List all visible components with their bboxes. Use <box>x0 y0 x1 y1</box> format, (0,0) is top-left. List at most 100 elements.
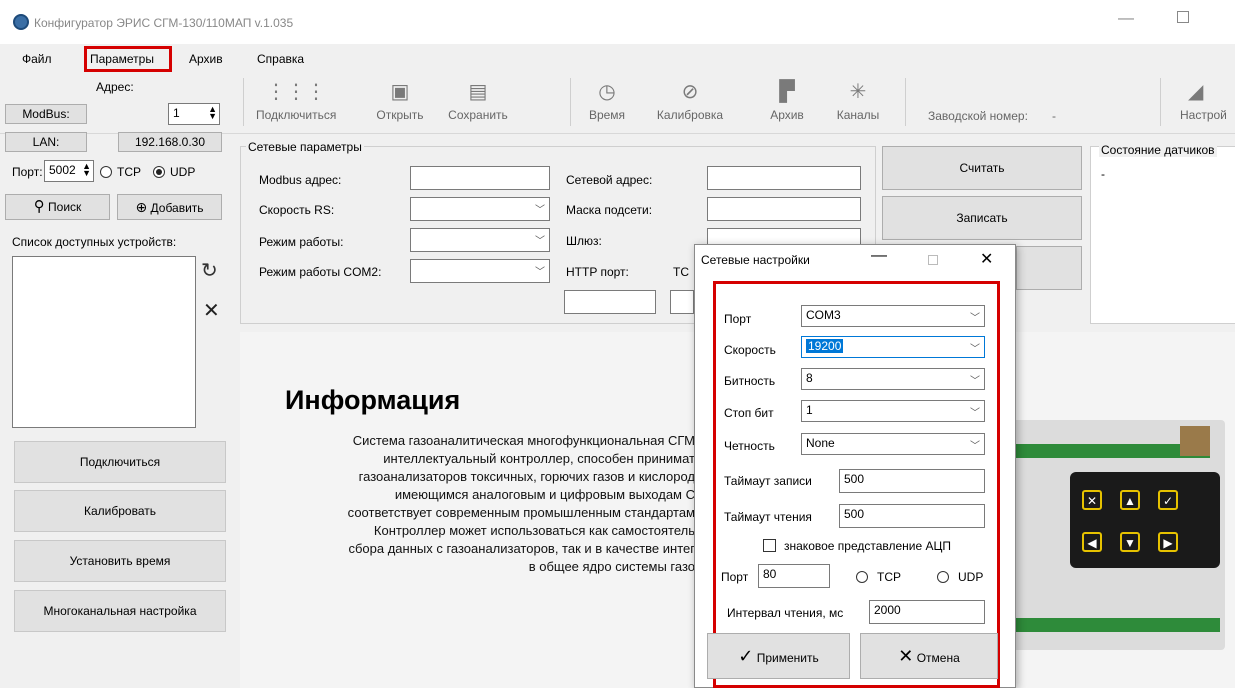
mode-select[interactable]: ﹀ <box>410 228 550 252</box>
search-button[interactable]: ⚲ Поиск <box>5 194 110 220</box>
chevron-down-icon: ﹀ <box>970 408 980 419</box>
mode-com2-select[interactable]: ﹀ <box>410 259 550 283</box>
close-icon[interactable]: ✕ <box>203 298 220 323</box>
menu-file[interactable]: Файл <box>22 52 52 66</box>
check-icon: ✓ <box>738 646 754 666</box>
ip-address-button[interactable]: 192.168.0.30 <box>118 132 222 152</box>
menu-archive[interactable]: Архив <box>189 52 223 66</box>
info-text: Система газоаналитическая многофункциона… <box>240 432 695 576</box>
toolbar-save-button[interactable]: ▤ Сохранить <box>438 80 518 122</box>
toolbar-calibration-button[interactable]: ⊘ Калибровка <box>650 80 730 122</box>
dlg-speed-label: Скорость <box>724 343 776 357</box>
dialog-minimize-icon[interactable]: — <box>871 247 887 265</box>
keypad-close-icon: ✕ <box>1082 490 1102 510</box>
modbus-address-value: 1 <box>173 106 180 120</box>
apply-label: Применить <box>756 651 819 665</box>
rs-speed-select[interactable]: ﹀ <box>410 197 550 221</box>
maximize-icon[interactable] <box>1177 11 1189 23</box>
info-line: в общее ядро системы газо <box>528 559 695 574</box>
net-address-field[interactable] <box>707 166 861 190</box>
dialog-close-icon[interactable]: ✕ <box>980 249 993 269</box>
cancel-button[interactable]: ✕ Отмена <box>860 633 998 679</box>
toolbar-separator <box>905 78 906 126</box>
read-button[interactable]: Считать <box>882 146 1082 190</box>
tcp-radio[interactable] <box>100 166 112 178</box>
sensors-value: - <box>1101 167 1105 181</box>
keypad-down-icon: ▼ <box>1120 532 1140 552</box>
toolbar-settings-button[interactable]: ◢ Настрой <box>1180 80 1235 122</box>
modbus-address-field[interactable] <box>410 166 550 190</box>
keypad-up-icon: ▲ <box>1120 490 1140 510</box>
chevron-down-icon: ﹀ <box>535 205 545 216</box>
port-label: Порт: <box>12 165 43 179</box>
stepper-arrows-icon[interactable]: ▲ ▼ <box>208 105 217 121</box>
dlg-port-select[interactable]: COM3 ﹀ <box>801 305 985 327</box>
dlg-parity-select[interactable]: None ﹀ <box>801 433 985 455</box>
dlg-bits-label: Битность <box>724 374 776 388</box>
net-address-label: Сетевой адрес: <box>566 173 653 187</box>
connect-icon: ⋮⋮⋮ <box>266 81 326 103</box>
dlg-bits-select[interactable]: 8 ﹀ <box>801 368 985 390</box>
mode-label: Режим работы: <box>259 235 344 249</box>
set-time-button[interactable]: Установить время <box>14 540 226 582</box>
info-line: газоанализаторов токсичных, горючих газо… <box>358 469 695 484</box>
dlg-tcp-radio[interactable] <box>856 571 868 583</box>
lan-button[interactable]: LAN: <box>5 132 87 152</box>
add-button[interactable]: ⊕ Добавить <box>117 194 222 220</box>
calibrate-button[interactable]: Калибровать <box>14 490 226 532</box>
subnet-field[interactable] <box>707 197 861 221</box>
toolbar-archive-button[interactable]: ▛ Архив <box>762 80 812 122</box>
stepper-arrows-icon[interactable]: ▲ ▼ <box>82 162 91 178</box>
address-label: Адрес: <box>96 80 134 94</box>
dlg-udp-radio[interactable] <box>937 571 949 583</box>
refresh-icon[interactable]: ↻ <box>201 258 218 283</box>
dlg-port-value: COM3 <box>806 308 841 322</box>
adc-signed-checkbox[interactable] <box>763 539 776 552</box>
dlg-stop-select[interactable]: 1 ﹀ <box>801 400 985 422</box>
menu-help[interactable]: Справка <box>257 52 304 66</box>
network-params-title: Сетевые параметры <box>246 140 364 154</box>
multichannel-settings-button[interactable]: Многоканальная настройка <box>14 590 226 632</box>
dlg-read-timeout-field[interactable]: 500 <box>839 504 985 528</box>
minimize-icon[interactable]: — <box>1118 10 1134 28</box>
dlg-interval-label: Интервал чтения, мс <box>727 606 844 620</box>
toolbar-connect-label: Подключиться <box>256 108 337 122</box>
write-button[interactable]: Записать <box>882 196 1082 240</box>
keypad-check-icon: ✓ <box>1158 490 1178 510</box>
toolbar-time-button[interactable]: ◷ Время <box>582 80 632 122</box>
clock-icon: ◷ <box>598 81 616 103</box>
chevron-down-icon: ﹀ <box>970 441 980 452</box>
toolbar-open-button[interactable]: ▣ Открыть <box>372 80 428 122</box>
modbus-button[interactable]: ModBus: <box>5 104 87 124</box>
dlg-parity-label: Четность <box>724 439 775 453</box>
keypad-right-icon: ▶ <box>1158 532 1178 552</box>
tc-field[interactable] <box>670 290 694 314</box>
info-line: Система газоаналитическая многофункциона… <box>352 433 695 448</box>
menu-bar <box>0 48 1235 70</box>
title-bar: Конфигуратор ЭРИС СГМ-130/110МАП v.1.035… <box>0 0 1235 44</box>
chevron-down-icon: ﹀ <box>970 344 980 355</box>
serial-number-label: Заводской номер: <box>928 109 1028 123</box>
keypad-left-icon: ◀ <box>1082 532 1102 552</box>
http-port-field[interactable] <box>564 290 656 314</box>
extra-button[interactable] <box>1016 246 1082 290</box>
http-port-label: HTTP порт: <box>566 265 629 279</box>
gateway-field[interactable] <box>707 228 861 244</box>
udp-radio[interactable] <box>153 166 165 178</box>
modbus-address-stepper[interactable]: 1 ▲ ▼ <box>168 103 220 125</box>
dlg-speed-select[interactable]: 19200 ﹀ <box>801 336 985 358</box>
toolbar-channels-button[interactable]: ✳ Каналы <box>830 80 886 122</box>
devices-list[interactable] <box>12 256 196 428</box>
toolbar-archive-label: Архив <box>770 108 804 122</box>
dlg-write-timeout-field[interactable]: 500 <box>839 469 985 493</box>
dlg-net-port-field[interactable]: 80 <box>758 564 830 588</box>
channels-icon: ✳ <box>849 81 867 103</box>
dlg-speed-value: 19200 <box>806 339 844 353</box>
toolbar-settings-label: Настрой <box>1180 108 1227 122</box>
toolbar-connect-button[interactable]: ⋮⋮⋮ Подключиться <box>256 80 336 122</box>
connect-button[interactable]: Подключиться <box>14 441 226 483</box>
apply-button[interactable]: ✓ Применить <box>707 633 850 679</box>
port-stepper[interactable]: 5002 ▲ ▼ <box>44 160 94 182</box>
dlg-port-label: Порт <box>724 312 752 326</box>
dlg-interval-field[interactable]: 2000 <box>869 600 985 624</box>
